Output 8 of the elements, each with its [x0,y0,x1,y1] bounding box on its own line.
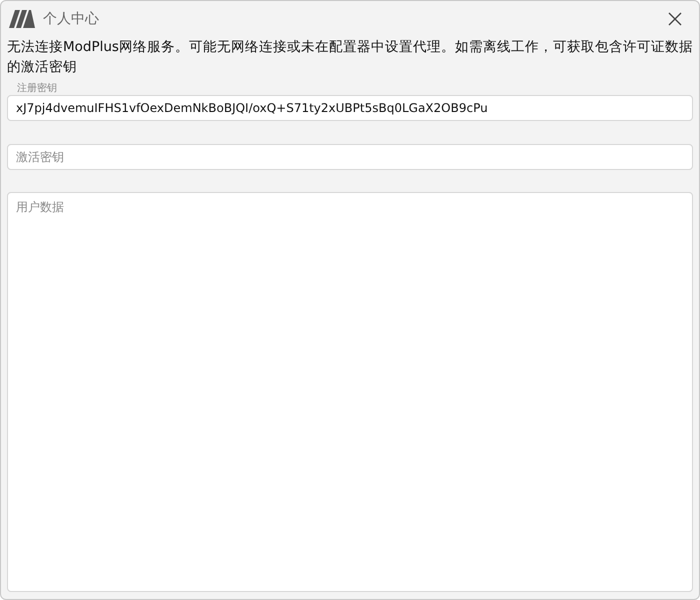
window-title: 个人中心 [43,10,100,28]
logo-icon [9,10,35,28]
close-icon[interactable] [668,12,682,26]
activation-key-field[interactable]: 激活密钥 [7,144,693,170]
message-text: 无法连接ModPlus网络服务。可能无网络连接或未在配置器中设置代理。如需离线工作，可获取包含许可证数据的激活密钥 [7,38,693,77]
user-data-field[interactable]: 用户数据 [7,192,693,592]
registration-key-field[interactable]: xJ7pj4dvemuIFHS1vfOexDemNkBoBJQI/oxQ+S71ty2xUBPt5sBq0LGaX2OB9cPu [7,95,693,121]
field-label: 注册密钥 [16,83,58,95]
